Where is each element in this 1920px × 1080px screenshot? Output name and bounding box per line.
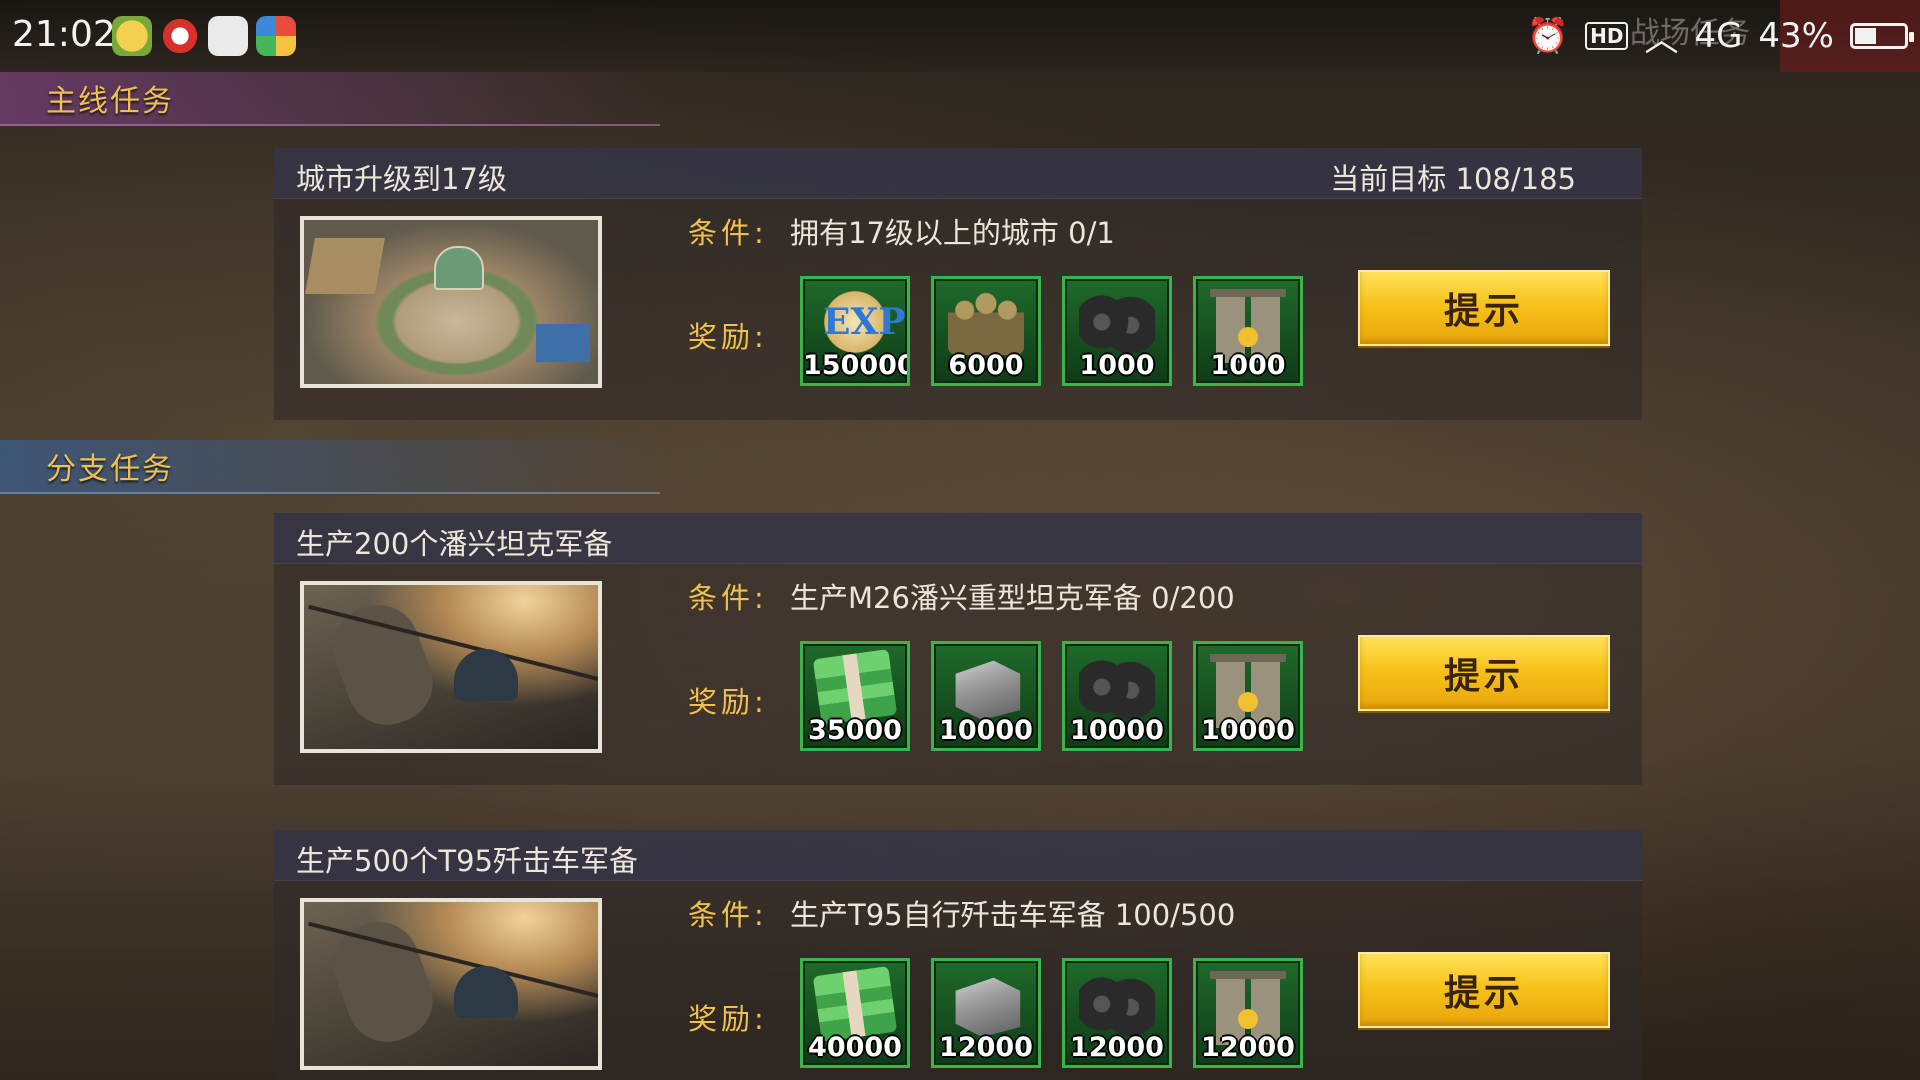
section-branch-label: 分支任务 [46, 452, 174, 487]
reward-qty: 1000 [1210, 350, 1286, 381]
hint-button-label: 提示 [1443, 291, 1524, 332]
condition-label: 条件: [688, 581, 768, 615]
reward-qty: 150000 [803, 350, 910, 381]
reward-qty: 10000 [1201, 715, 1295, 746]
reward-item[interactable]: 12000 [1193, 958, 1303, 1068]
condition-text: 拥有17级以上的城市 0/1 [790, 216, 1115, 250]
reward-qty: 12000 [1201, 1032, 1295, 1063]
hint-button[interactable]: 提示 [1358, 952, 1610, 1028]
mission-title: 城市升级到17级 [296, 162, 507, 196]
reward-qty: 10000 [939, 715, 1033, 746]
steel-icon [955, 977, 1021, 1037]
add-app-icon [112, 16, 152, 56]
wechat-icon [208, 16, 248, 56]
tire-icon [1079, 971, 1155, 1037]
battery-icon [1850, 23, 1914, 49]
hint-button-label: 提示 [1443, 656, 1524, 697]
reward-item[interactable]: 35000 [800, 641, 910, 751]
reward-qty: 12000 [1070, 1032, 1164, 1063]
reward-item[interactable]: 10000 [1193, 641, 1303, 751]
soldier-thumbnail [300, 898, 602, 1070]
mission-card: 城市升级到17级 当前目标 108/185 条件: 拥有17级以上的城市 0/1… [274, 148, 1642, 420]
hint-button-label: 提示 [1443, 973, 1524, 1014]
status-bar: 21:02 战场任务 ⏰ HD ︿ 4G 43% [0, 0, 1920, 72]
exp-icon: EXP [817, 289, 905, 355]
network-label: 4G [1694, 16, 1743, 56]
reward-item[interactable]: 1000 [1193, 276, 1303, 386]
reward-qty: 10000 [1070, 715, 1164, 746]
reward-label: 奖励: [688, 1002, 768, 1036]
clock: 21:02 [12, 14, 116, 55]
reward-item[interactable]: 10000 [1062, 641, 1172, 751]
condition-label: 条件: [688, 898, 768, 932]
steel-icon [955, 660, 1021, 720]
mission-title-bar: 城市升级到17级 当前目标 108/185 [274, 148, 1642, 199]
section-main-label: 主线任务 [46, 84, 174, 119]
reward-item[interactable]: 10000 [931, 641, 1041, 751]
cash-icon [812, 649, 898, 725]
mission-title: 生产200个潘兴坦克军备 [296, 527, 613, 561]
condition-text: 生产M26潘兴重型坦克军备 0/200 [790, 581, 1235, 615]
reward-item[interactable]: 6000 [931, 276, 1041, 386]
reward-label: 奖励: [688, 320, 768, 354]
hd-icon: HD [1585, 22, 1629, 50]
hint-button[interactable]: 提示 [1358, 635, 1610, 711]
mission-card: 生产500个T95歼击车军备 条件: 生产T95自行歼击车军备 100/500 … [274, 830, 1642, 1080]
section-branch-header: 分支任务 [0, 440, 660, 494]
reward-qty: 35000 [808, 715, 902, 746]
reward-qty: 6000 [948, 350, 1024, 381]
tire-icon [1079, 654, 1155, 720]
soldier-thumbnail [300, 581, 602, 753]
reward-qty: 40000 [808, 1032, 902, 1063]
game-app-icon [256, 16, 296, 56]
status-bar-right: ⏰ HD ︿ 4G 43% [1526, 14, 1914, 60]
condition-label: 条件: [688, 216, 768, 250]
video-app-icon [160, 16, 200, 56]
tire-icon [1079, 289, 1155, 355]
cash-icon [812, 966, 898, 1042]
reward-label: 奖励: [688, 685, 768, 719]
mission-goal: 当前目标 108/185 [1330, 162, 1576, 196]
hint-button[interactable]: 提示 [1358, 270, 1610, 346]
city-thumbnail [300, 216, 602, 388]
wifi-icon: ︿ [1644, 19, 1679, 60]
reward-item[interactable]: 1000 [1062, 276, 1172, 386]
reward-item[interactable]: 40000 [800, 958, 910, 1068]
reward-item[interactable]: 12000 [931, 958, 1041, 1068]
mission-title-bar: 生产200个潘兴坦克军备 [274, 513, 1642, 564]
alarm-icon: ⏰ [1526, 16, 1570, 56]
mission-title: 生产500个T95歼击车军备 [296, 844, 638, 878]
section-main-header: 主线任务 [0, 72, 660, 126]
battery-percent: 43% [1758, 16, 1834, 56]
troops-icon [948, 289, 1024, 355]
reward-qty: 12000 [939, 1032, 1033, 1063]
reward-item[interactable]: EXP 150000 [800, 276, 910, 386]
mission-card: 生产200个潘兴坦克军备 条件: 生产M26潘兴重型坦克军备 0/200 奖励:… [274, 513, 1642, 785]
mission-title-bar: 生产500个T95歼击车军备 [274, 830, 1642, 881]
reward-qty: 1000 [1079, 350, 1155, 381]
reward-item[interactable]: 12000 [1062, 958, 1172, 1068]
condition-text: 生产T95自行歼击车军备 100/500 [790, 898, 1236, 932]
